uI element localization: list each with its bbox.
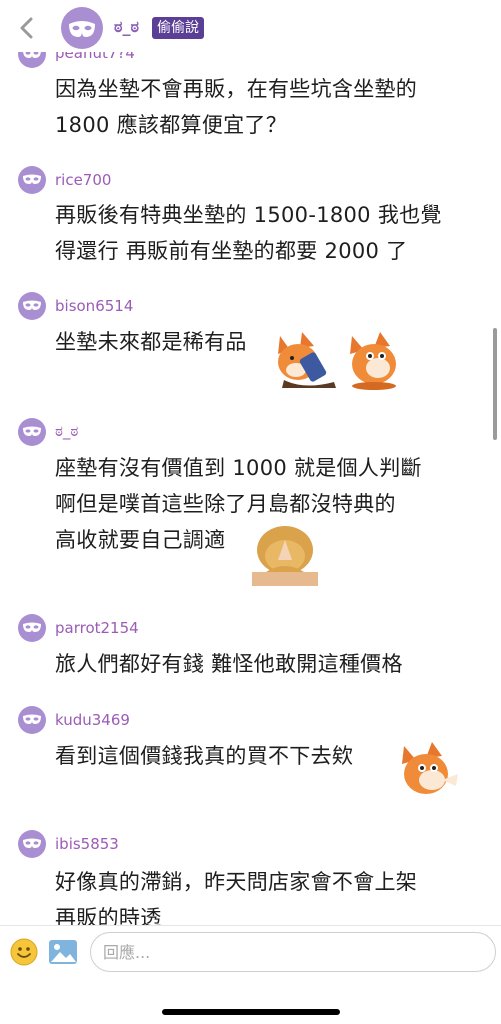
comment-username[interactable]: ಠ_ಠ [55,422,78,440]
mask-icon [23,622,41,632]
reply-input[interactable] [90,932,496,972]
fox-sticker-icon[interactable] [344,330,408,390]
praying-cat-sticker-icon[interactable] [252,520,318,586]
comment-text: 旅人們都好有錢 難怪他敢開這種價格 [55,646,475,682]
mask-icon [69,21,95,37]
avatar[interactable] [18,418,46,446]
mask-icon [23,174,41,184]
chevron-left-icon[interactable] [14,14,40,42]
smiley-icon[interactable] [10,938,38,966]
comment-line: 座墊有沒有價值到 1000 就是個人判斷 [55,456,422,480]
avatar[interactable] [18,292,46,320]
avatar[interactable] [18,830,46,858]
header-badge: 偷偷說 [152,17,204,39]
image-icon[interactable] [48,938,78,966]
comment-line: 再販後有特典坐墊的 1500-1800 我也覺 [55,203,442,227]
mask-icon [23,426,41,436]
fox-sticker-icon[interactable] [398,740,462,804]
comment-line: 啊但是噗首這些除了月島都沒特典的 [55,492,396,516]
home-indicator [162,1009,340,1015]
mask-icon [23,300,41,310]
comment-username[interactable]: ibis5853 [55,835,119,853]
comment-line: 好像真的滯銷，昨天問店家會不會上架 [55,870,418,894]
comment-username[interactable]: kudu3469 [55,711,130,729]
comment-username[interactable]: bison6514 [55,297,133,315]
avatar[interactable] [18,614,46,642]
comment-text: 好像真的滯銷，昨天問店家會不會上架 再販的時透 [55,864,475,925]
fox-sticker-icon[interactable] [274,328,340,390]
avatar[interactable] [18,706,46,734]
top-bar: ಠ_ಠ 偷偷說 [0,0,501,52]
comment-feed[interactable]: peanut7?4 因為坐墊不會再販，在有些坑含坐墊的 1800 應該都算便宜了… [0,0,501,925]
comment-line: 旅人們都好有錢 難怪他敢開這種價格 [55,652,403,676]
mask-icon [23,714,41,724]
header-username[interactable]: ಠ_ಠ [114,17,139,37]
comment-username[interactable]: parrot2154 [55,619,139,637]
avatar[interactable] [18,166,46,194]
comment-text: 因為坐墊不會再販，在有些坑含坐墊的 1800 應該都算便宜了？ [55,71,475,143]
header-avatar[interactable] [61,7,103,49]
mask-icon [23,838,41,848]
reply-bar [0,925,501,1024]
comment-text: 坐墊未來都是稀有品 [55,324,475,360]
comment-line: 因為坐墊不會再販，在有些坑含坐墊的 [55,77,418,101]
comment-line: 坐墊未來都是稀有品 [55,330,247,354]
comment-line: 1800 應該都算便宜了？ [55,113,288,137]
scrollbar[interactable] [493,328,497,440]
comment-username[interactable]: rice700 [55,171,111,189]
comment-line: 再販的時透 [55,906,162,925]
comment-text: 再販後有特典坐墊的 1500-1800 我也覺 得還行 再販前有坐墊的都要 20… [55,197,475,269]
comment-line: 得還行 再販前有坐墊的都要 2000 了 [55,239,408,263]
